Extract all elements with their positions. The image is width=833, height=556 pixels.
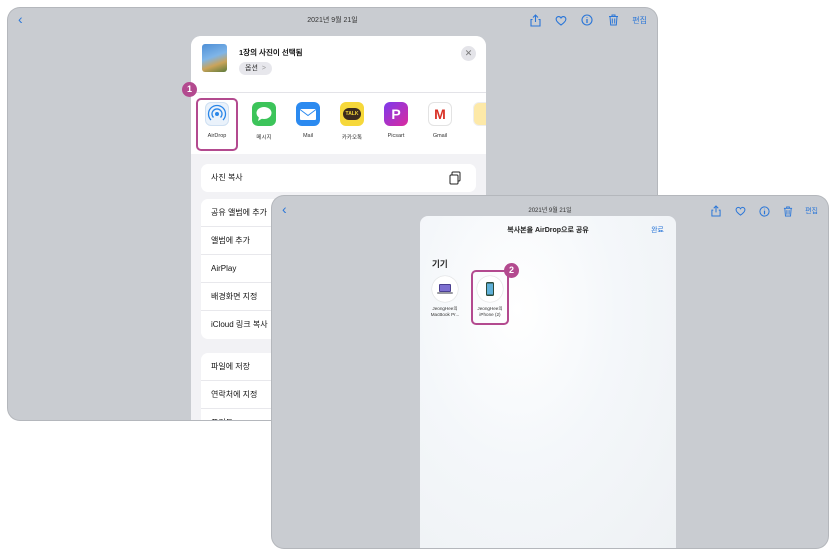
options-button[interactable]: 옵션 > (239, 62, 272, 75)
airdrop-icon (205, 102, 229, 126)
gmail-letter: M (434, 106, 446, 122)
device-name-line2: iPhone (2) (479, 312, 501, 317)
share-app-messages[interactable]: 메시지 (244, 102, 284, 141)
airdrop-panel: 복사본을 AirDrop으로 공유 완료 기기 JeongHee의 MacBoo… (420, 216, 676, 548)
step-badge-1: 1 (182, 82, 197, 97)
row-label: 사진 복사 (211, 173, 243, 182)
device-name-line2: MacBook Pr... (430, 312, 460, 317)
airdrop-device-iphone[interactable]: JeongHee의 iPhone (2) (470, 276, 510, 318)
share-app-label: 메시지 (256, 135, 272, 141)
heart-icon[interactable] (554, 13, 568, 27)
share-app-label: 카카오톡 (341, 135, 363, 141)
share-icon[interactable] (709, 204, 723, 218)
kakao-bubble: TALK (342, 108, 362, 120)
share-app-mail[interactable]: Mail (288, 102, 328, 139)
macbook-icon (432, 276, 458, 302)
share-app-airdrop[interactable]: AirDrop (197, 102, 237, 139)
devices-section-label: 기기 (432, 259, 448, 269)
edit-button[interactable]: 편집 (805, 206, 818, 216)
share-app-label: Gmail (432, 133, 448, 139)
picsart-letter: P (391, 106, 401, 122)
chevron-right-icon: > (261, 65, 266, 72)
airdrop-title: 복사본을 AirDrop으로 공유 (507, 227, 589, 234)
copy-icon (449, 171, 461, 185)
selection-title: 1장의 사진이 선택됨 (239, 48, 303, 57)
share-app-gmail[interactable]: M Gmail (420, 102, 460, 139)
step-badge-2: 2 (504, 263, 519, 278)
trash-icon[interactable] (781, 204, 795, 218)
info-icon[interactable] (757, 204, 771, 218)
airdrop-device-macbook[interactable]: JeongHee의 MacBook Pr... (425, 276, 465, 318)
share-apps-row: AirDrop 메시지 Mail TALK 카카오톡 P Picsart M G… (191, 92, 486, 154)
share-sheet-header: 1장의 사진이 선택됨 옵션 > ✕ (191, 36, 486, 92)
toolbar-icons: 편집 (528, 13, 647, 27)
kakaotalk-icon: TALK (340, 102, 364, 126)
toolbar-icons: 편집 (709, 204, 818, 218)
top-bar: ‹ 2021년 9월 21일 편집 (8, 8, 657, 34)
iphone-icon (477, 276, 503, 302)
picsart-icon: P (384, 102, 408, 126)
messages-icon (252, 102, 276, 126)
trash-icon[interactable] (606, 13, 620, 27)
close-button[interactable]: ✕ (461, 46, 476, 61)
share-app-label: Mail (302, 133, 314, 139)
photo-thumbnail (202, 44, 227, 72)
mail-icon (296, 102, 320, 126)
share-icon[interactable] (528, 13, 542, 27)
action-group-copy: 사진 복사 (201, 164, 476, 192)
copy-photo-row[interactable]: 사진 복사 (201, 164, 476, 192)
done-button[interactable]: 완료 (651, 225, 664, 235)
options-label: 옵션 (245, 65, 258, 72)
share-app-label: AirDrop (207, 133, 227, 139)
share-app-label: Picsart (387, 133, 405, 139)
ipad-screen-airdrop: ‹ 2021년 9월 21일 편집 복사본을 AirDrop으로 공유 완료 기… (272, 196, 828, 548)
edit-button[interactable]: 편집 (632, 15, 647, 26)
heart-icon[interactable] (733, 204, 747, 218)
share-app-picsart[interactable]: P Picsart (376, 102, 416, 139)
gmail-icon: M (428, 102, 452, 126)
notes-app-partial-icon[interactable] (473, 102, 486, 126)
share-app-kakaotalk[interactable]: TALK 카카오톡 (332, 102, 372, 141)
info-icon[interactable] (580, 13, 594, 27)
